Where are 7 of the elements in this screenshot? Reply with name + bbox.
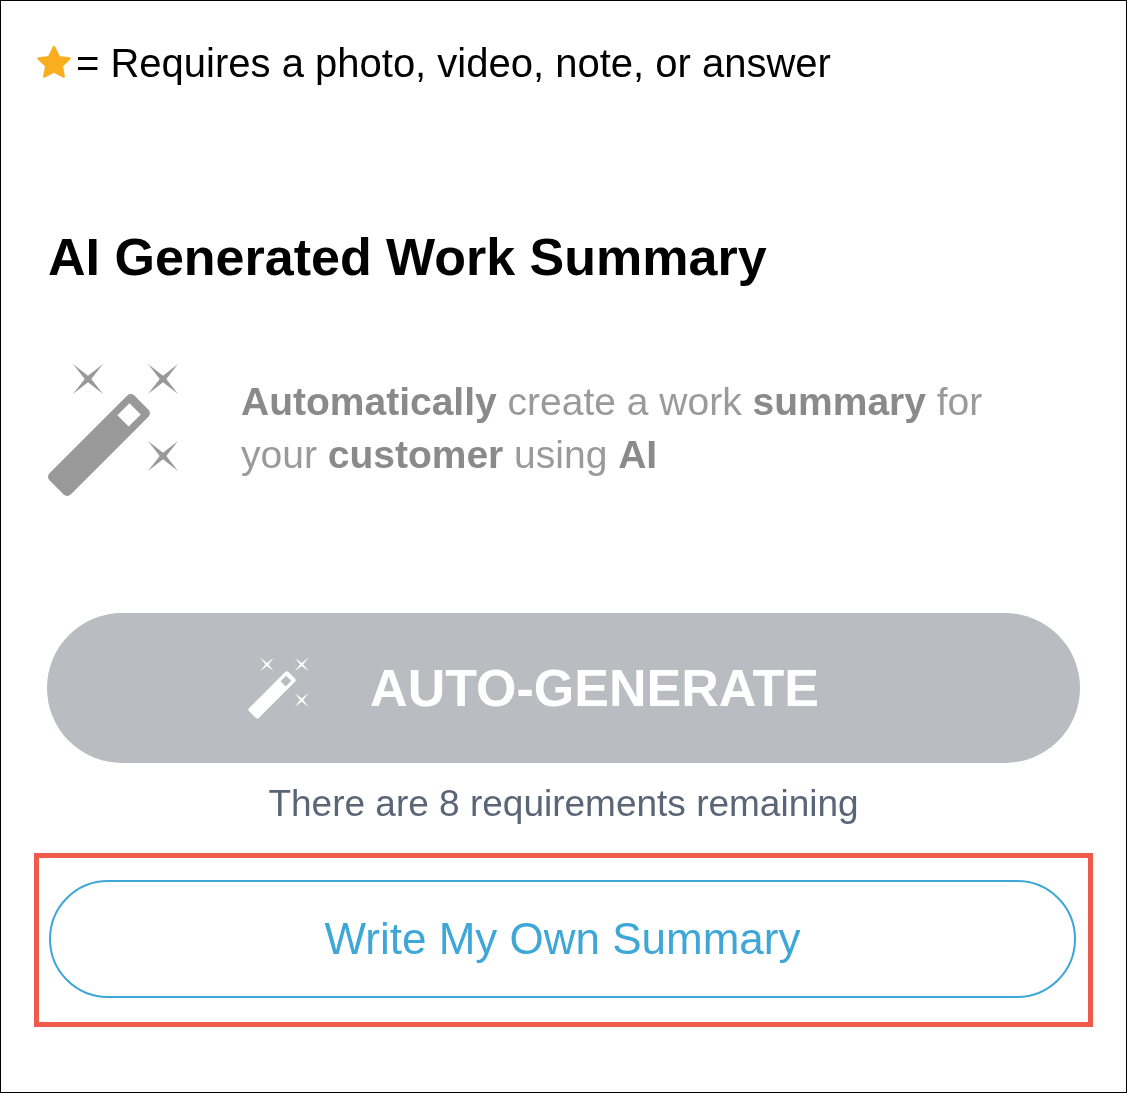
section-title: AI Generated Work Summary: [48, 227, 768, 287]
description-text: Automatically create a work summary for your customer using AI: [241, 379, 984, 478]
requirements-status: There are 8 requirements remaining: [267, 783, 860, 825]
magic-wand-icon: [248, 657, 311, 719]
legend-text: = Requires a photo, video, note, or answer: [76, 41, 831, 85]
magic-wand-icon: [47, 363, 181, 497]
write-summary-button[interactable]: Write My Own Summary: [49, 880, 1076, 998]
